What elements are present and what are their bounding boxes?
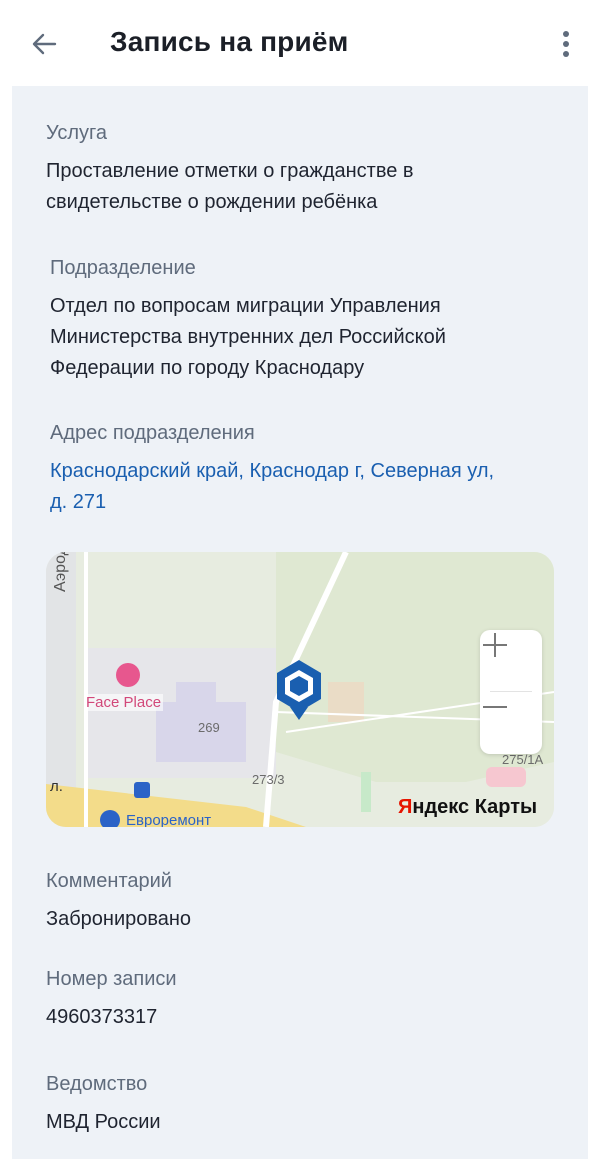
- department-value-line: Министерства внутренних дел Российской: [50, 326, 446, 348]
- service-value: Проставление отметки о гражданстве в сви…: [46, 156, 414, 218]
- agency-label: Ведомство: [46, 1073, 148, 1095]
- address-link[interactable]: Краснодарский край, Краснодар г, Северна…: [50, 456, 494, 518]
- arrow-left-icon: [32, 33, 57, 55]
- department-value: Отдел по вопросам миграции Управления Ми…: [50, 291, 446, 384]
- more-menu-button[interactable]: [546, 22, 586, 66]
- zoom-in-button[interactable]: [480, 630, 542, 692]
- service-label: Услуга: [46, 122, 108, 144]
- yandex-maps-logo[interactable]: Яндекс Карты: [398, 796, 537, 819]
- zoom-control: [480, 630, 542, 754]
- street-fragment-label: л.: [50, 778, 63, 795]
- building-label: 269: [198, 720, 220, 735]
- poi-label[interactable]: Face Place: [84, 694, 164, 711]
- address-line: Краснодарский край, Краснодар г, Северна…: [50, 460, 495, 482]
- brand-first-letter: Я: [398, 796, 413, 818]
- store-label[interactable]: Евроремонт: [126, 812, 211, 827]
- building-label: 275/1А: [502, 752, 544, 767]
- street-label: Аэродромная у: [52, 552, 70, 592]
- address-label: Адрес подразделения: [50, 422, 255, 444]
- app-bar: Запись на приём: [0, 0, 600, 86]
- service-value-line: Проставление отметки о гражданстве в: [46, 160, 414, 182]
- appointment-details-card: Услуга Проставление отметки о гражданств…: [12, 86, 588, 1159]
- record-number-label: Номер записи: [46, 968, 177, 990]
- department-label: Подразделение: [50, 257, 196, 279]
- back-button[interactable]: [22, 22, 66, 66]
- service-value-line: свидетельстве о рождении ребёнка: [46, 191, 378, 213]
- yandex-map[interactable]: Аэродромная у Face Place 269 273/3 275/1…: [46, 552, 554, 827]
- comment-value: Забронировано: [46, 908, 192, 930]
- zoom-out-button[interactable]: [480, 692, 542, 754]
- page-title: Запись на приём: [110, 26, 349, 57]
- comment-label: Комментарий: [46, 870, 172, 892]
- record-number-value: 4960373317: [46, 1006, 158, 1028]
- department-value-line: Федерации по городу Краснодару: [50, 357, 365, 379]
- address-line: д. 271: [50, 491, 107, 513]
- minus-icon: [483, 706, 507, 708]
- plus-icon: [483, 633, 507, 657]
- brand-rest: ндекс Карты: [412, 796, 538, 818]
- department-value-line: Отдел по вопросам миграции Управления: [50, 295, 441, 317]
- more-vertical-icon: [563, 31, 569, 57]
- building-label: 273/3: [252, 772, 285, 787]
- agency-value: МВД России: [46, 1111, 161, 1133]
- map-canvas: [46, 552, 554, 827]
